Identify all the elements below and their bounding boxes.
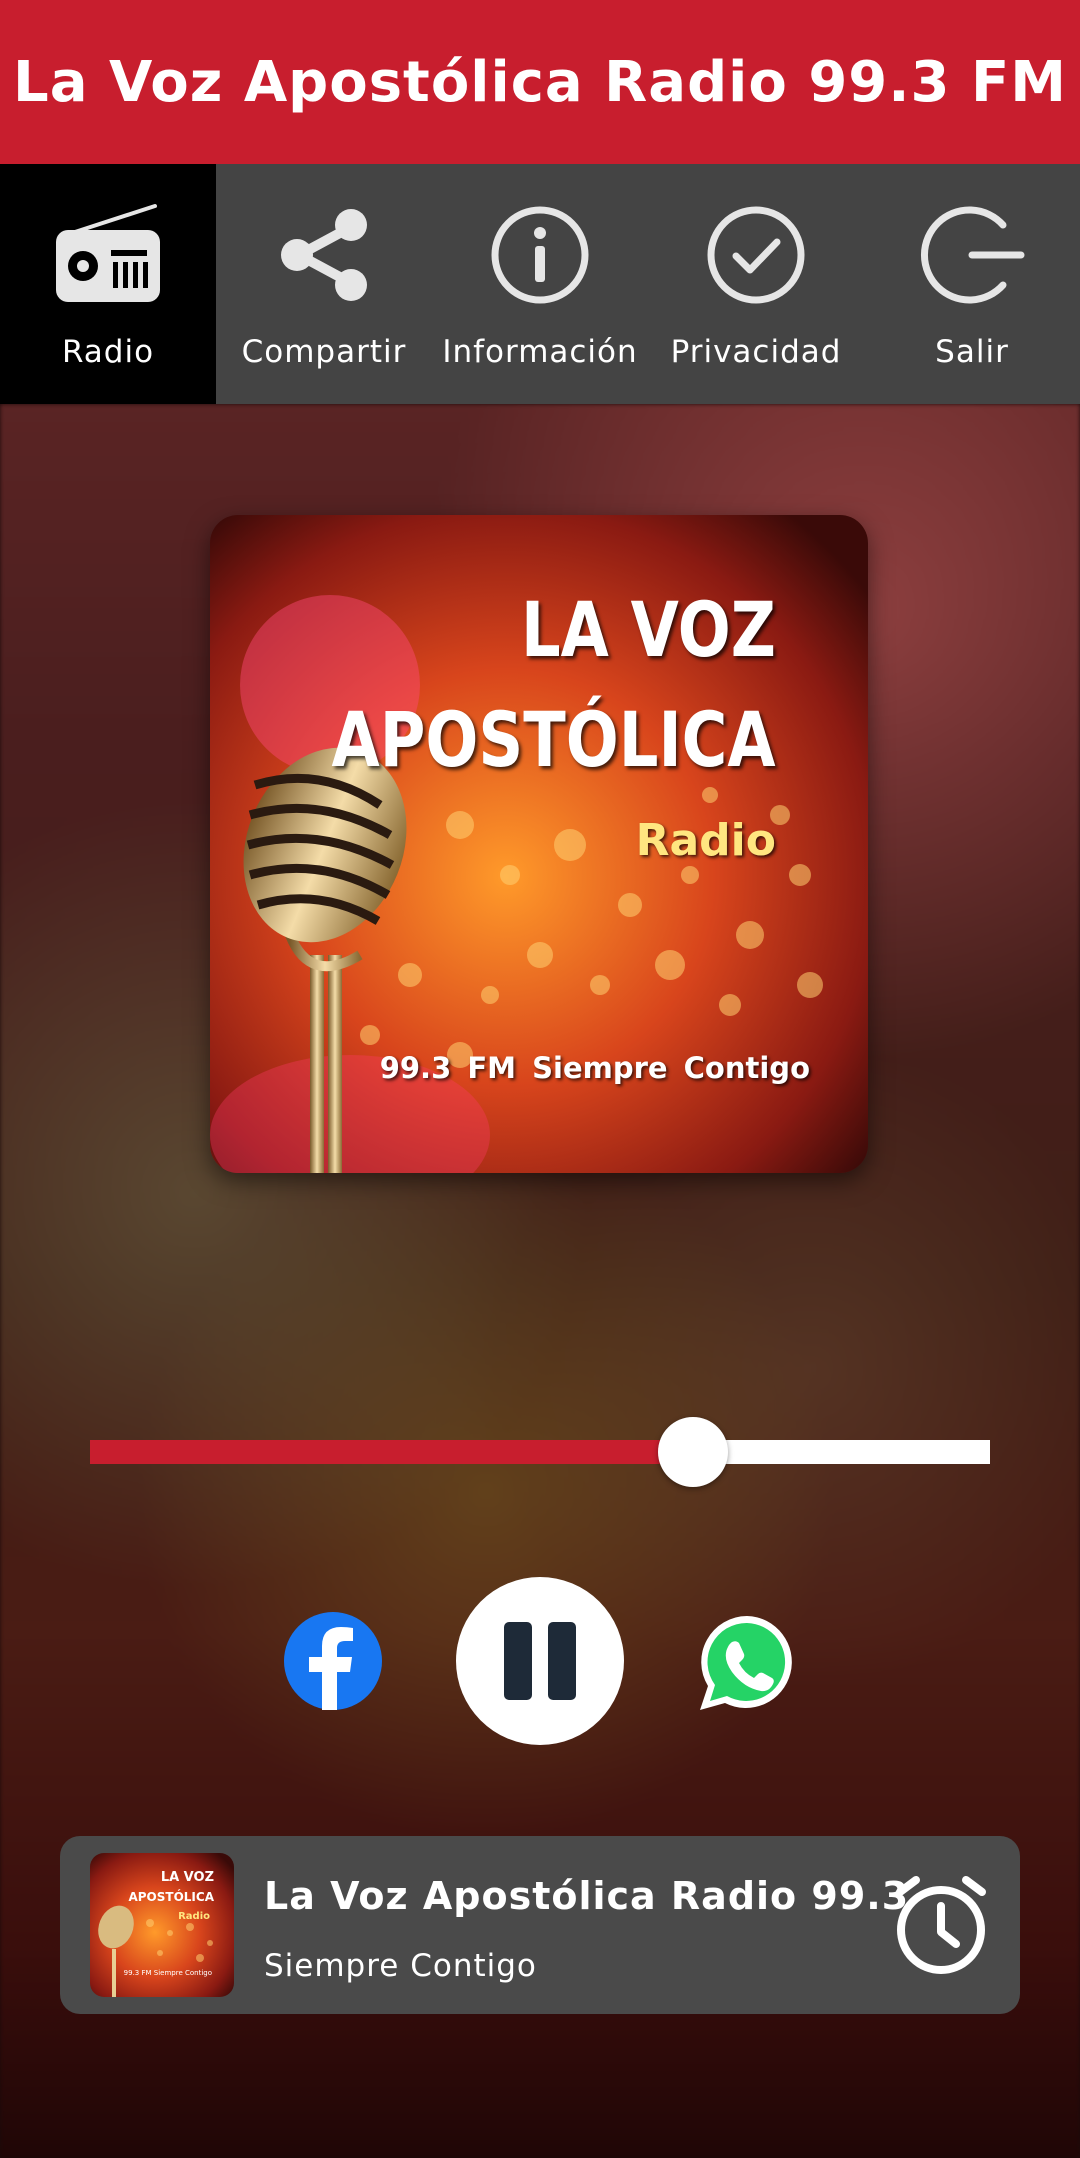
check-circle-icon [701,200,811,314]
artwork-title-line2: APOSTÓLICA [331,695,776,784]
app-root: La Voz Apostólica Radio 99.3 FM Radio Co… [0,0,1080,2158]
facebook-icon [309,1627,353,1710]
svg-text:99.3 FM Siempre Contigo: 99.3 FM Siempre Contigo [124,1969,212,1977]
nav-item-informacion[interactable]: Información [432,164,648,404]
volume-fill [90,1440,693,1464]
pause-icon [504,1622,576,1700]
nav-label-compartir: Compartir [241,334,407,370]
facebook-share-button[interactable] [284,1612,382,1710]
nav-label-informacion: Información [442,334,638,370]
now-playing-bar[interactable]: LA VOZ APOSTÓLICA Radio 99.3 FM Siempre … [60,1836,1020,2014]
nav-item-salir[interactable]: Salir [864,164,1080,404]
volume-slider[interactable] [90,1412,990,1492]
whatsapp-share-button[interactable] [696,1612,798,1714]
now-playing-thumbnail: LA VOZ APOSTÓLICA Radio 99.3 FM Siempre … [90,1853,234,1997]
volume-thumb[interactable] [658,1417,728,1487]
svg-text:LA VOZ: LA VOZ [161,1870,214,1885]
info-icon [485,200,595,314]
sleep-timer-button[interactable] [886,1870,996,1980]
radio-icon [53,200,163,314]
nav-item-privacidad[interactable]: Privacidad [648,164,864,404]
nav-item-compartir[interactable]: Compartir [216,164,432,404]
nav-item-radio[interactable]: Radio [0,164,216,404]
alarm-clock-icon [896,1876,986,1974]
pause-button[interactable] [456,1577,624,1745]
now-playing-title: La Voz Apostólica Radio 99.3 [264,1874,910,1918]
title-bar: La Voz Apostólica Radio 99.3 FM [0,0,1080,164]
whatsapp-icon [700,1616,792,1710]
artwork-radio-label: Radio [635,815,776,866]
svg-text:APOSTÓLICA: APOSTÓLICA [128,1889,214,1904]
nav-label-radio: Radio [61,334,155,370]
station-artwork: LA VOZ APOSTÓLICA Radio 99.3 FM Siempre … [210,515,868,1173]
app-title: La Voz Apostólica Radio 99.3 FM [13,49,1067,115]
nav-label-privacidad: Privacidad [670,334,842,370]
top-navigation: Radio Compartir Información Privacidad S… [0,164,1080,404]
share-icon [269,200,379,314]
artwork-title-line1: LA VOZ [521,585,776,674]
exit-icon [917,200,1027,314]
nav-label-salir: Salir [935,334,1009,370]
artwork-tagline: 99.3 FM Siempre Contigo [379,1051,810,1085]
now-playing-subtitle: Siempre Contigo [264,1948,537,1984]
svg-text:Radio: Radio [178,1911,210,1922]
